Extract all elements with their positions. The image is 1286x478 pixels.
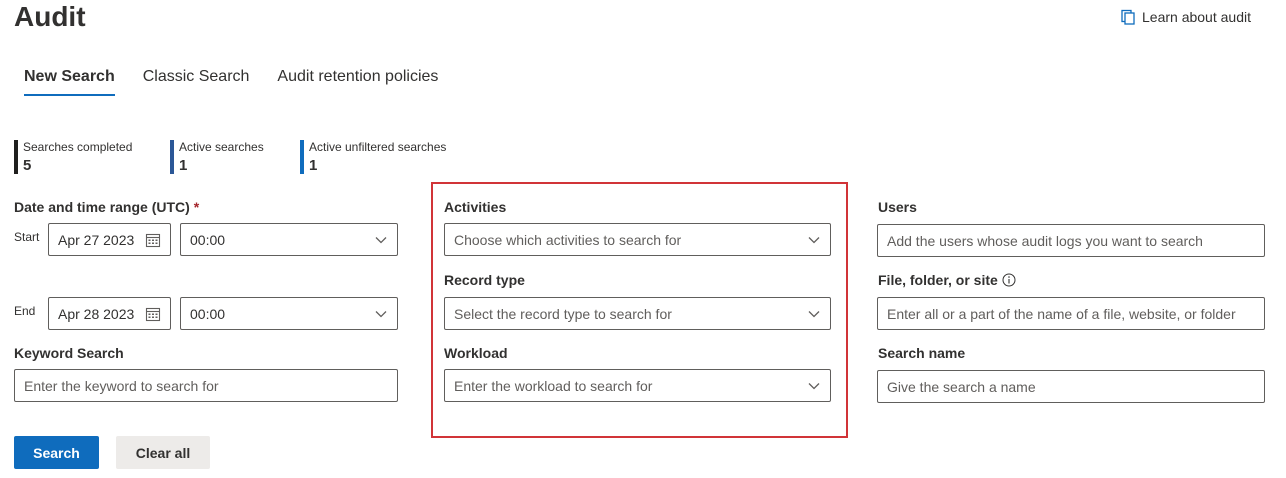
stat-value: 5 [23,157,32,174]
chevron-down-icon [808,310,820,317]
file-folder-site-field [877,297,1265,330]
workload-label: Workload [444,345,508,361]
activities-dropdown[interactable]: Choose which activities to search for [444,223,831,256]
required-mark: * [193,199,200,215]
workload-dropdown[interactable]: Enter the workload to search for [444,369,831,402]
chevron-down-icon [808,382,820,389]
document-copy-icon [1121,9,1135,25]
keyword-search-field [14,369,398,402]
stat-label: Searches completed [23,140,133,154]
stat-value: 1 [309,157,318,174]
clear-all-button[interactable]: Clear all [116,436,210,469]
users-label: Users [878,199,917,215]
end-time-value: 00:00 [190,305,226,322]
date-range-label: Date and time range (UTC) * [14,199,200,215]
search-name-field [877,370,1265,403]
stat-bar [300,140,304,174]
learn-about-audit-label: Learn about audit [1142,9,1251,25]
stat-searches-completed: Searches completed 5 [14,140,132,174]
workload-placeholder: Enter the workload to search for [454,377,653,394]
stat-active-searches: Active searches 1 [170,140,264,174]
file-folder-site-input[interactable] [887,305,1255,322]
record-type-dropdown[interactable]: Select the record type to search for [444,297,831,330]
start-date-value: Apr 27 2023 [58,231,135,248]
search-name-label: Search name [878,345,966,361]
calendar-icon[interactable] [145,306,161,322]
record-type-placeholder: Select the record type to search for [454,305,672,322]
activities-label: Activities [444,199,507,215]
stat-label: Active searches [179,140,264,154]
stat-bar [170,140,174,174]
end-label: End [14,304,36,318]
start-label: Start [14,230,40,244]
stat-label: Active unfiltered searches [309,140,447,154]
start-time-value: 00:00 [190,231,226,248]
chevron-down-icon [808,236,820,243]
keyword-search-label: Keyword Search [14,345,124,361]
search-name-input[interactable] [887,378,1255,395]
stat-value: 1 [179,157,188,174]
end-date-picker[interactable]: Apr 28 2023 [48,297,171,330]
search-button[interactable]: Search [14,436,99,469]
users-input[interactable] [887,232,1255,249]
file-folder-site-label: File, folder, or site [878,272,1016,288]
tab-audit-retention-policies[interactable]: Audit retention policies [277,62,438,96]
tab-new-search[interactable]: New Search [24,62,115,96]
page-title: Audit [14,1,86,32]
calendar-icon[interactable] [145,232,161,248]
stat-bar [14,140,18,174]
tab-classic-search[interactable]: Classic Search [143,62,250,96]
stat-active-unfiltered-searches: Active unfiltered searches 1 [300,140,446,174]
end-time-dropdown[interactable]: 00:00 [180,297,398,330]
tab-list: New Search Classic Search Audit retentio… [24,62,438,96]
chevron-down-icon [375,310,387,317]
record-type-label: Record type [444,272,525,288]
activities-placeholder: Choose which activities to search for [454,231,682,248]
keyword-search-input[interactable] [24,377,388,394]
learn-about-audit-link[interactable]: Learn about audit [1120,9,1251,25]
start-time-dropdown[interactable]: 00:00 [180,223,398,256]
chevron-down-icon [375,236,387,243]
users-field [877,224,1265,257]
info-icon[interactable] [1002,273,1016,287]
start-date-picker[interactable]: Apr 27 2023 [48,223,171,256]
end-date-value: Apr 28 2023 [58,305,135,322]
